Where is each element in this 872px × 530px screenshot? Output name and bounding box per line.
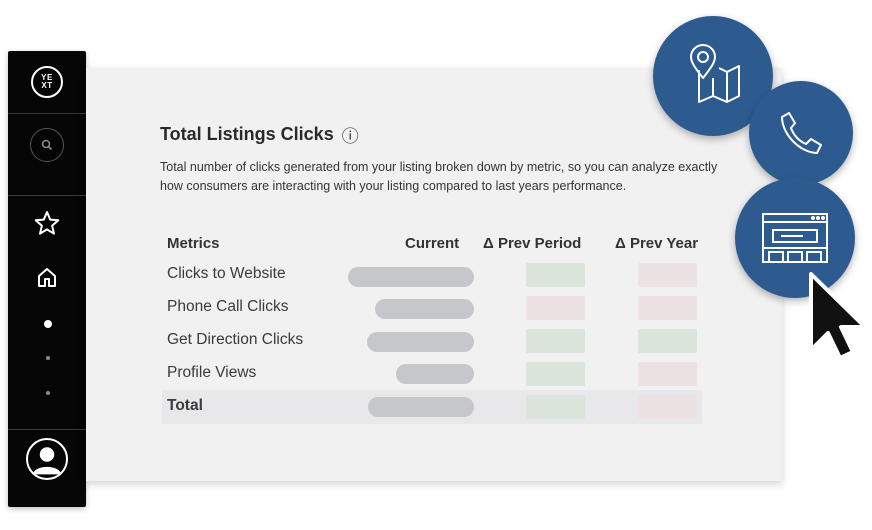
star-icon[interactable] — [33, 209, 61, 237]
logo-text: YE XT — [41, 73, 53, 90]
home-icon[interactable] — [34, 264, 60, 290]
prev-period-cell — [526, 362, 585, 386]
header-metrics: Metrics — [167, 235, 220, 252]
prev-year-cell — [638, 263, 697, 287]
nav-dot-active[interactable] — [44, 320, 52, 328]
current-value-placeholder — [367, 332, 474, 352]
card-title-text: Total Listings Clicks — [160, 124, 334, 144]
nav-dot[interactable] — [46, 356, 50, 360]
prev-year-cell — [638, 329, 697, 353]
current-value-placeholder — [348, 267, 474, 287]
row-label: Clicks to Website — [167, 265, 286, 282]
listings-clicks-card: Total Listings Clicks ⓘ Total number of … — [86, 68, 782, 481]
nav-dot[interactable] — [46, 391, 50, 395]
prev-year-cell — [638, 362, 697, 386]
prev-period-cell — [526, 263, 585, 287]
prev-year-cell — [638, 296, 697, 320]
sidebar-divider — [8, 429, 86, 430]
header-current: Current — [405, 235, 460, 252]
prev-period-cell — [526, 296, 585, 320]
current-value-placeholder — [368, 397, 474, 417]
sidebar-divider — [8, 113, 86, 114]
sidebar: YE XT — [8, 51, 86, 507]
current-value-placeholder — [396, 364, 474, 384]
sidebar-divider — [8, 195, 86, 196]
row-label-total: Total — [167, 397, 203, 414]
yext-logo[interactable]: YE XT — [31, 66, 63, 98]
info-icon[interactable]: ⓘ — [342, 122, 359, 147]
prev-year-cell — [638, 395, 697, 419]
card-description: Total number of clicks generated from yo… — [160, 160, 718, 193]
row-label: Get Direction Clicks — [167, 331, 304, 348]
current-value-placeholder — [375, 299, 474, 319]
search-icon[interactable] — [30, 128, 64, 162]
phone-icon[interactable] — [749, 81, 853, 185]
cursor-icon — [807, 272, 869, 360]
prev-period-cell — [526, 329, 585, 353]
header-prev-period: Δ Prev Period — [483, 235, 582, 252]
header-prev-year: Δ Prev Year — [615, 235, 699, 252]
prev-period-cell — [526, 395, 585, 419]
avatar-icon[interactable] — [26, 438, 68, 480]
card-title: Total Listings Clicks ⓘ — [160, 122, 359, 147]
row-label: Profile Views — [167, 364, 257, 381]
row-label: Phone Call Clicks — [167, 298, 289, 315]
